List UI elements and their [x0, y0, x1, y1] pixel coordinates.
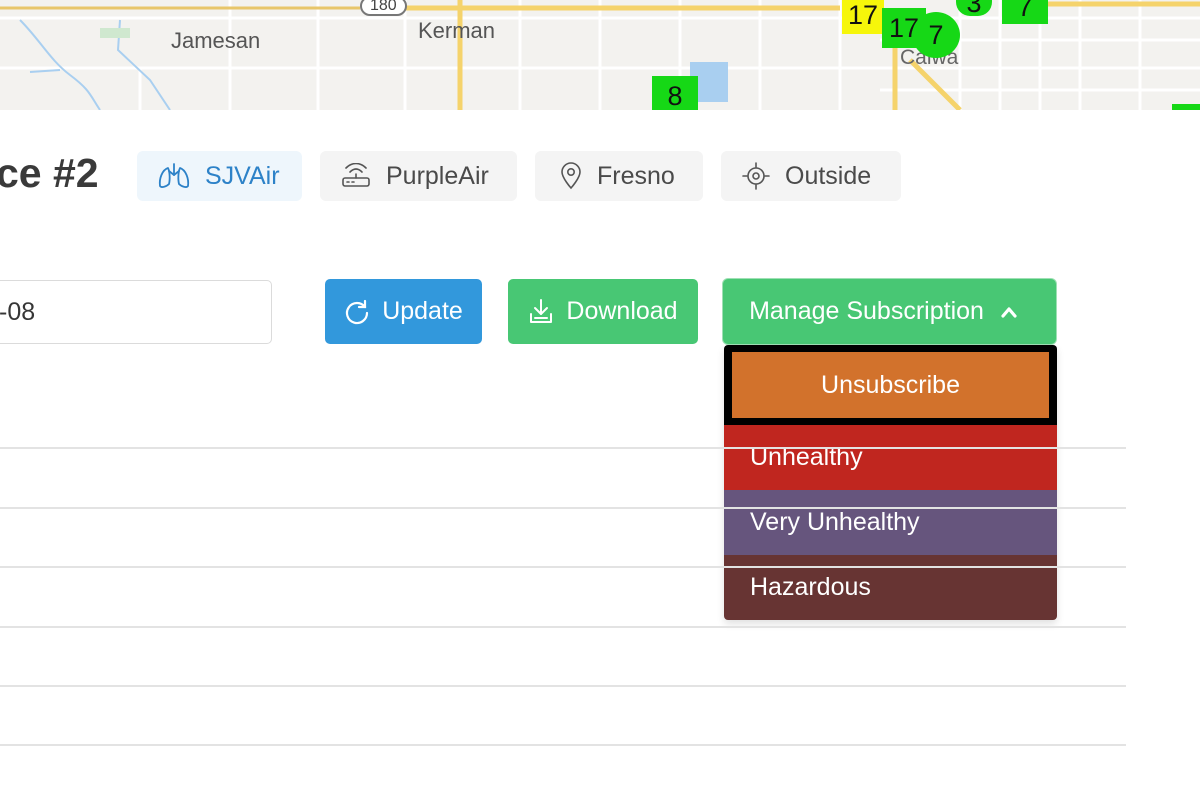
lungs-icon: [158, 163, 190, 188]
subscription-dropdown: Unsubscribe Unhealthy Very Unhealthy Haz…: [724, 345, 1057, 620]
sensor-marker[interactable]: 7: [1002, 0, 1048, 24]
page-title: ce #2: [0, 150, 99, 196]
manage-subscription-label: Manage Subscription: [749, 297, 984, 325]
sensor-marker[interactable]: 17: [842, 0, 884, 34]
sensor-marker[interactable]: 7: [912, 12, 960, 58]
tag-placement[interactable]: Outside: [721, 151, 901, 201]
download-button[interactable]: Download: [508, 279, 698, 344]
menu-item-label: Hazardous: [750, 573, 871, 601]
update-button-label: Update: [382, 297, 463, 325]
date-input-value: -08: [0, 297, 36, 326]
menu-item-very-unhealthy[interactable]: Very Unhealthy: [724, 490, 1057, 555]
tag-label: Outside: [785, 161, 872, 190]
map[interactable]: 180 Jamesan Kerman Calwa 3 7 17 17 7 8: [0, 0, 1200, 110]
date-input[interactable]: -08: [0, 280, 272, 344]
menu-item-hazardous[interactable]: Hazardous: [724, 555, 1057, 620]
chevron-up-icon: [1001, 306, 1017, 318]
map-pin-icon: [561, 162, 581, 190]
tag-data-source[interactable]: SJVAir: [137, 151, 302, 201]
menu-item-label: Very Unhealthy: [750, 508, 920, 536]
table-row-divider: [0, 507, 1126, 509]
menu-item-label: Unsubscribe: [821, 370, 960, 399]
table-row-divider: [0, 685, 1126, 687]
tag-sensor-type[interactable]: PurpleAir: [320, 151, 517, 201]
update-button[interactable]: Update: [325, 279, 482, 344]
refresh-icon: [346, 299, 369, 324]
table-row-divider: [0, 744, 1126, 746]
tag-label: SJVAir: [205, 161, 280, 190]
manage-subscription-button[interactable]: Manage Subscription: [723, 279, 1056, 344]
download-icon: [530, 298, 553, 323]
table-row-divider: [0, 566, 1126, 568]
table-row-divider: [0, 447, 1126, 449]
tag-label: PurpleAir: [386, 161, 489, 190]
sensor-marker[interactable]: 8: [652, 76, 698, 110]
tag-location[interactable]: Fresno: [535, 151, 703, 201]
map-label-jamesan: Jamesan: [171, 28, 261, 53]
map-label-kerman: Kerman: [418, 18, 496, 43]
sensor-detail-panel: ce #2 SJVAir PurpleAir Fresno Outside -0…: [0, 110, 1200, 800]
table-row-divider: [0, 626, 1126, 628]
menu-item-unsubscribe[interactable]: Unsubscribe: [724, 345, 1057, 425]
menu-item-unhealthy[interactable]: Unhealthy: [724, 425, 1057, 490]
download-button-label: Download: [566, 297, 678, 325]
unsubscribe-highlight[interactable]: Unsubscribe: [732, 352, 1049, 418]
tag-label: Fresno: [597, 161, 675, 190]
crosshair-icon: [742, 162, 770, 190]
router-icon: [342, 163, 370, 187]
highway-shield: 180: [360, 0, 407, 16]
